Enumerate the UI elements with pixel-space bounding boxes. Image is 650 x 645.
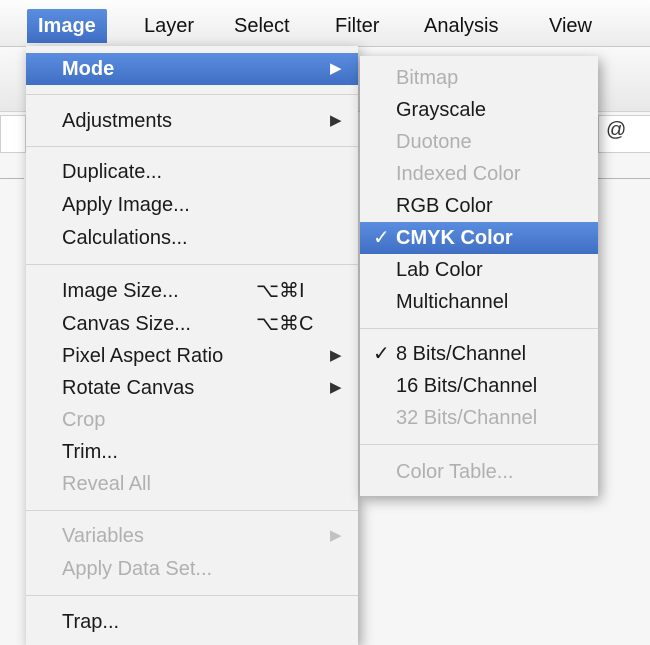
submenu-item-color-table: Color Table... — [360, 456, 598, 488]
menu-item-label: Apply Image... — [62, 194, 190, 216]
menubar-image[interactable]: Image — [27, 9, 107, 43]
menu-item-label: Duplicate... — [62, 161, 163, 183]
submenu-item-label: 8 Bits/Channel — [396, 343, 527, 365]
menu-item-label: Mode — [62, 58, 115, 80]
menu-item-adjustments[interactable]: Adjustments ▶ — [26, 105, 358, 137]
submenu-item-label: Duotone — [396, 131, 472, 153]
submenu-item-rgb-color[interactable]: RGB Color — [360, 190, 598, 222]
menu-item-calculations[interactable]: Calculations... — [26, 222, 358, 254]
ruler-right — [598, 164, 650, 179]
menu-item-duplicate[interactable]: Duplicate... — [26, 156, 358, 188]
submenu-item-label: Color Table... — [396, 461, 514, 483]
menu-separator — [26, 595, 358, 596]
menu-item-label: Canvas Size... — [62, 313, 191, 335]
submenu-item-label: Bitmap — [396, 67, 459, 89]
shortcut-label: ⌥⌘C — [256, 313, 314, 335]
menu-bar: Image Layer Select Filter Analysis View — [0, 0, 650, 47]
submenu-item-indexed-color: Indexed Color — [360, 158, 598, 190]
menu-separator — [26, 146, 358, 147]
submenu-item-label: RGB Color — [396, 195, 493, 217]
submenu-item-label: CMYK Color — [396, 227, 513, 249]
submenu-item-label: 16 Bits/Channel — [396, 375, 538, 397]
submenu-item-16-bits[interactable]: 16 Bits/Channel — [360, 370, 598, 402]
menu-item-label: Pixel Aspect Ratio — [62, 345, 224, 367]
menu-item-trap[interactable]: Trap... — [26, 606, 358, 638]
submenu-item-label: Lab Color — [396, 259, 483, 281]
submenu-arrow-icon: ▶ — [330, 112, 342, 129]
menu-item-label: Adjustments — [62, 110, 173, 132]
submenu-item-multichannel[interactable]: Multichannel — [360, 286, 598, 318]
menubar-filter[interactable]: Filter — [324, 9, 390, 43]
submenu-item-32-bits: 32 Bits/Channel — [360, 402, 598, 434]
submenu-arrow-icon: ▶ — [330, 527, 342, 544]
menu-item-reveal-all: Reveal All — [26, 468, 358, 500]
mode-submenu: Bitmap Grayscale Duotone Indexed Color R… — [360, 56, 598, 496]
menu-item-label: Trap... — [62, 611, 120, 633]
submenu-item-grayscale[interactable]: Grayscale — [360, 94, 598, 126]
submenu-item-label: 32 Bits/Channel — [396, 407, 538, 429]
menu-item-canvas-size[interactable]: Canvas Size... ⌥⌘C — [26, 308, 358, 340]
submenu-item-bitmap: Bitmap — [360, 62, 598, 94]
submenu-item-cmyk-color[interactable]: ✓ CMYK Color — [360, 222, 598, 254]
submenu-item-lab-color[interactable]: Lab Color — [360, 254, 598, 286]
menu-item-label: Apply Data Set... — [62, 558, 213, 580]
menubar-select[interactable]: Select — [223, 9, 301, 43]
menu-item-variables: Variables ▶ — [26, 520, 358, 552]
checkmark-icon: ✓ — [373, 227, 390, 249]
checkmark-icon: ✓ — [373, 343, 390, 365]
menubar-analysis[interactable]: Analysis — [413, 9, 509, 43]
menu-item-crop: Crop — [26, 404, 358, 436]
shortcut-label: ⌥⌘I — [256, 280, 305, 302]
at-sign-icon: @ — [606, 119, 627, 141]
menu-separator — [26, 510, 358, 511]
menu-item-label: Image Size... — [62, 280, 179, 302]
menu-item-apply-data-set: Apply Data Set... — [26, 553, 358, 585]
menubar-view[interactable]: View — [538, 9, 603, 43]
ruler-left — [0, 164, 24, 179]
submenu-separator — [360, 328, 598, 329]
backdrop-field-left — [0, 115, 26, 153]
menu-item-image-size[interactable]: Image Size... ⌥⌘I — [26, 275, 358, 307]
submenu-arrow-icon: ▶ — [330, 347, 342, 364]
submenu-item-label: Grayscale — [396, 99, 487, 121]
menu-item-label: Calculations... — [62, 227, 188, 249]
menu-item-label: Trim... — [62, 441, 118, 463]
submenu-item-label: Multichannel — [396, 291, 509, 313]
submenu-arrow-icon: ▶ — [330, 379, 342, 396]
menu-separator — [26, 94, 358, 95]
menubar-layer[interactable]: Layer — [133, 9, 205, 43]
menu-item-label: Crop — [62, 409, 106, 431]
menu-item-mode[interactable]: Mode ▶ — [26, 53, 358, 85]
menu-item-trim[interactable]: Trim... — [26, 436, 358, 468]
menu-separator — [26, 264, 358, 265]
menu-item-pixel-aspect-ratio[interactable]: Pixel Aspect Ratio ▶ — [26, 340, 358, 372]
menu-item-rotate-canvas[interactable]: Rotate Canvas ▶ — [26, 372, 358, 404]
menu-item-label: Rotate Canvas — [62, 377, 195, 399]
submenu-separator — [360, 444, 598, 445]
submenu-item-label: Indexed Color — [396, 163, 521, 185]
menu-item-label: Variables — [62, 525, 144, 547]
submenu-item-8-bits[interactable]: ✓ 8 Bits/Channel — [360, 338, 598, 370]
menu-item-label: Reveal All — [62, 473, 151, 495]
submenu-item-duotone: Duotone — [360, 126, 598, 158]
menu-item-apply-image[interactable]: Apply Image... — [26, 189, 358, 221]
submenu-arrow-icon: ▶ — [330, 60, 342, 77]
image-menu: Mode ▶ Adjustments ▶ Duplicate... Apply … — [26, 46, 358, 645]
